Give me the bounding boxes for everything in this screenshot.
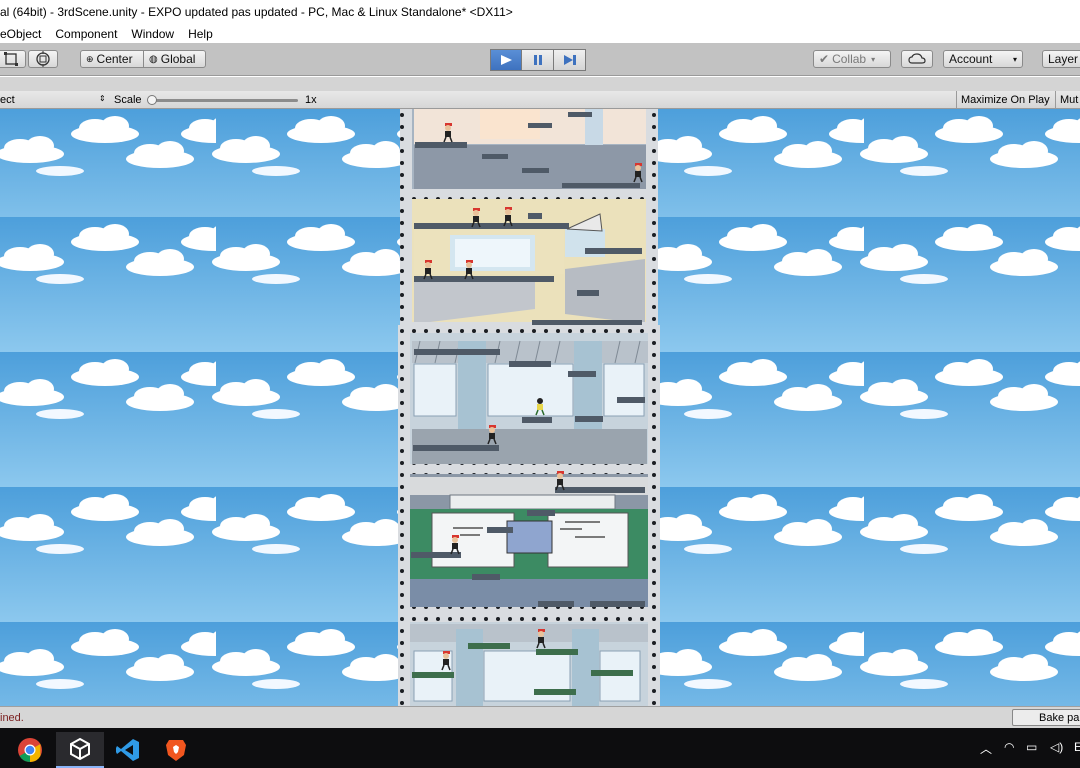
- cloud-button[interactable]: [901, 50, 933, 68]
- status-bar: ined. Bake pa: [0, 706, 1080, 728]
- vscode-icon: [116, 739, 139, 761]
- language-icon[interactable]: E: [1074, 740, 1080, 754]
- scale-slider-handle[interactable]: [147, 95, 157, 105]
- brave-icon: [166, 740, 186, 761]
- floor-3: [398, 325, 660, 474]
- maximize-on-play-toggle[interactable]: Maximize On Play: [956, 91, 1054, 109]
- account-dropdown[interactable]: Account ▾: [943, 50, 1023, 68]
- floor-1: [400, 109, 658, 199]
- building-tower: [398, 109, 660, 706]
- floor-4: [398, 470, 660, 617]
- menu-window[interactable]: Window: [124, 27, 181, 41]
- taskbar-vscode[interactable]: [104, 732, 152, 768]
- scale-slider[interactable]: [150, 99, 298, 102]
- mute-audio-toggle[interactable]: Mut: [1055, 91, 1080, 109]
- transform-tool-button[interactable]: [28, 50, 58, 68]
- menu-component[interactable]: Component: [48, 27, 124, 41]
- floor-5: [398, 614, 660, 706]
- menu-bar: eObject Component Window Help: [0, 24, 1080, 43]
- game-render: [0, 109, 1080, 706]
- game-view[interactable]: [0, 109, 1080, 706]
- pause-icon: [533, 55, 542, 65]
- step-icon: [563, 55, 576, 65]
- pivot-icon: ⊕: [86, 53, 94, 64]
- space-global-button[interactable]: ◍ Global: [143, 50, 206, 68]
- game-view-toolbar: ect ⇕ Scale 1x Maximize On Play Mut: [0, 91, 1080, 109]
- check-icon: ✔: [819, 52, 830, 66]
- taskbar-chrome[interactable]: [6, 732, 54, 768]
- tray-expand-icon[interactable]: ︿: [980, 740, 992, 757]
- menu-gameobject[interactable]: eObject: [0, 27, 48, 41]
- unity-icon: [70, 737, 90, 761]
- battery-icon[interactable]: ▭: [1026, 740, 1037, 754]
- aspect-arrow-icon: ⇕: [99, 94, 106, 103]
- rect-tool-button[interactable]: [0, 50, 26, 68]
- scale-label: Scale: [114, 94, 142, 106]
- step-button[interactable]: [554, 49, 586, 71]
- menu-help[interactable]: Help: [181, 27, 220, 41]
- window-title: al (64bit) - 3rdScene.unity - EXPO updat…: [0, 0, 1080, 24]
- scale-value: 1x: [305, 94, 317, 106]
- play-icon: [501, 55, 512, 65]
- volume-icon[interactable]: ◁): [1050, 740, 1063, 754]
- taskbar-unity[interactable]: [56, 732, 104, 768]
- panel-gap: [0, 77, 1080, 91]
- play-button[interactable]: [490, 49, 522, 71]
- bake-progress[interactable]: Bake pa: [1012, 709, 1080, 726]
- pivot-center-button[interactable]: ⊕ Center: [80, 50, 144, 68]
- console-status-message[interactable]: ined.: [0, 712, 24, 724]
- layers-dropdown[interactable]: Layer: [1042, 50, 1080, 68]
- playback-controls: [490, 49, 586, 71]
- globe-icon: ◍: [149, 53, 158, 65]
- collab-button[interactable]: ✔ Collab ▾: [813, 50, 891, 68]
- chrome-icon: [18, 738, 42, 762]
- taskbar-brave[interactable]: [152, 732, 200, 768]
- wifi-icon[interactable]: ◠: [1004, 740, 1014, 754]
- rect-tool-icon: [4, 52, 18, 66]
- dropdown-arrow-icon: ▾: [1012, 54, 1017, 64]
- main-toolbar: ⊕ Center ◍ Global ✔ Collab ▾ Account ▾ Layer: [0, 43, 1080, 76]
- transform-tool-icon: [36, 51, 50, 67]
- aspect-dropdown[interactable]: ect: [0, 94, 15, 106]
- cloud-icon: [908, 53, 926, 64]
- pause-button[interactable]: [522, 49, 554, 71]
- dropdown-arrow-icon: ▾: [871, 54, 876, 64]
- taskbar: ︿ ◠ ▭ ◁) E: [0, 728, 1080, 768]
- floor-2: [400, 199, 658, 332]
